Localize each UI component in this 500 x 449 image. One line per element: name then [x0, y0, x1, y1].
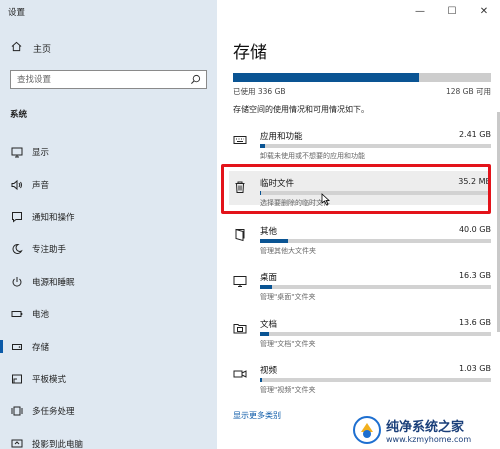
watermark-url: www.kzmyhome.com	[386, 434, 472, 444]
watermark: 纯净系统之家 www.kzmyhome.com	[352, 410, 500, 449]
category-name: 桌面	[260, 273, 278, 283]
main-content: — ☐ ✕ 存储 已使用 336 GB 128 GB 可用 存储空间的使用情况和…	[217, 0, 500, 449]
sidebar-item-power[interactable]: 电源和睡眠	[0, 266, 217, 298]
category-subtext: 管理"视频"文件夹	[260, 386, 316, 394]
category-size: 2.41 GB	[458, 130, 491, 139]
sidebar-item-storage[interactable]: 存储	[0, 330, 217, 362]
sidebar-home[interactable]: 主页	[11, 41, 51, 55]
category-videos[interactable]: 视频 1.03 GB 管理"视频"文件夹	[233, 364, 491, 400]
category-name: 视频	[260, 366, 278, 376]
category-subtext: 管理其他大文件夹	[260, 247, 316, 255]
storage-description: 存储空间的使用情况和可用情况如下。	[233, 105, 369, 114]
sidebar-item-notifications[interactable]: 通知和操作	[0, 201, 217, 233]
sidebar-item-battery[interactable]: 电池	[0, 298, 217, 330]
category-usage-bar	[260, 239, 491, 243]
power-icon	[11, 276, 23, 288]
category-usage-bar	[260, 378, 491, 382]
video-icon	[233, 367, 247, 381]
documents-icon	[233, 321, 247, 335]
category-apps[interactable]: 应用和功能 2.41 GB 卸载未使用或不想要的应用和功能	[233, 130, 491, 166]
category-usage-bar	[260, 144, 491, 148]
watermark-logo-icon	[352, 415, 382, 445]
category-size: 16.3 GB	[458, 271, 491, 280]
sidebar-item-label: 多任务处理	[32, 407, 75, 418]
sidebar-item-label: 存储	[32, 342, 50, 353]
keyboard-icon	[233, 133, 247, 147]
moon-icon	[11, 243, 23, 255]
search-input[interactable]	[11, 71, 181, 88]
category-size: 13.6 GB	[458, 318, 491, 327]
notification-icon	[11, 211, 23, 223]
category-usage-fill	[260, 332, 270, 336]
battery-icon	[11, 308, 23, 320]
category-subtext: 管理"文档"文件夹	[260, 340, 316, 348]
watermark-name: 纯净系统之家	[386, 419, 465, 435]
sidebar-item-focus-assist[interactable]: 专注助手	[0, 233, 217, 265]
show-more-categories-link[interactable]: 显示更多类别	[233, 410, 281, 421]
multitask-icon	[11, 405, 23, 417]
home-label: 主页	[33, 44, 52, 55]
tablet-icon	[11, 373, 23, 385]
category-desktop[interactable]: 桌面 16.3 GB 管理"桌面"文件夹	[233, 271, 491, 307]
window-controls: — ☐ ✕	[404, 4, 500, 18]
used-space-label: 已使用 336 GB	[233, 87, 286, 96]
window-title: 设置	[8, 8, 26, 18]
category-size: 1.03 GB	[458, 364, 491, 373]
category-usage-fill	[260, 378, 263, 382]
category-other[interactable]: 其他 40.0 GB 管理其他大文件夹	[233, 225, 491, 261]
storage-icon	[11, 341, 23, 353]
sidebar-item-label: 显示	[32, 148, 50, 159]
sidebar-item-label: 声音	[32, 180, 50, 191]
monitor-icon	[11, 146, 23, 158]
category-name: 文档	[260, 320, 278, 330]
maximize-button[interactable]: ☐	[436, 4, 468, 18]
search-box[interactable]	[10, 70, 207, 89]
free-space-label: 128 GB 可用	[445, 87, 491, 96]
page-title: 存储	[233, 43, 267, 63]
sidebar-item-project[interactable]: 投影到此电脑	[0, 428, 217, 449]
sidebar-item-label: 专注助手	[32, 245, 67, 256]
section-title: 系统	[10, 110, 28, 120]
sidebar-item-label: 平板模式	[32, 374, 67, 385]
home-icon	[11, 41, 22, 55]
speaker-icon	[11, 179, 23, 191]
sidebar-item-label: 投影到此电脑	[32, 439, 84, 449]
category-usage-bar	[260, 332, 491, 336]
sidebar-item-sound[interactable]: 声音	[0, 168, 217, 200]
sidebar-item-tablet[interactable]: 平板模式	[0, 363, 217, 395]
sidebar-item-label: 电池	[32, 310, 50, 321]
category-usage-bar	[260, 285, 491, 289]
storage-usage-fill	[233, 73, 419, 82]
storage-usage-bar	[233, 73, 491, 82]
category-subtext: 管理"桌面"文件夹	[260, 293, 316, 301]
highlight-annotation-box	[221, 164, 491, 214]
sidebar-item-multitasking[interactable]: 多任务处理	[0, 395, 217, 427]
sidebar-item-label: 通知和操作	[32, 212, 75, 223]
category-name: 其他	[260, 227, 278, 237]
sidebar-nav: 显示 声音 通知和操作 专注助手 电源和睡眠 电池 存储 平板模式 多任务处理 …	[0, 136, 217, 449]
close-button[interactable]: ✕	[468, 4, 500, 18]
category-subtext: 卸载未使用或不想要的应用和功能	[260, 152, 365, 160]
minimize-button[interactable]: —	[404, 4, 436, 18]
category-usage-fill	[260, 239, 288, 243]
desktop-icon	[233, 274, 247, 288]
category-name: 应用和功能	[260, 132, 303, 142]
category-usage-fill	[260, 285, 272, 289]
sidebar-item-display[interactable]: 显示	[0, 136, 217, 168]
sidebar: 设置 主页 系统 显示 声音 通知和操作 专注助手	[0, 0, 217, 449]
category-documents[interactable]: 文档 13.6 GB 管理"文档"文件夹	[233, 318, 491, 354]
category-usage-fill	[260, 144, 265, 148]
search-icon[interactable]	[190, 74, 201, 88]
category-size: 40.0 GB	[458, 225, 491, 234]
sidebar-item-label: 电源和睡眠	[32, 277, 75, 288]
project-icon	[11, 438, 23, 449]
folder-icon	[233, 228, 247, 242]
